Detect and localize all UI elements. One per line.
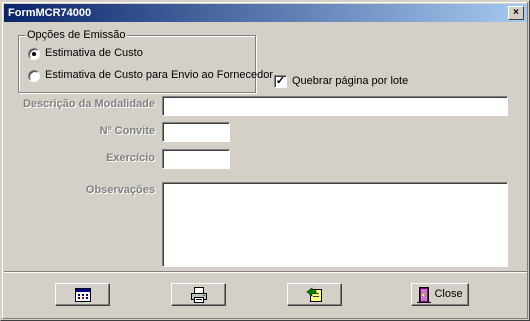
descricao-field[interactable] bbox=[162, 96, 508, 116]
descricao-input[interactable] bbox=[163, 97, 507, 115]
convite-input[interactable] bbox=[163, 123, 229, 141]
convite-field[interactable] bbox=[162, 122, 230, 142]
print-button[interactable] bbox=[171, 283, 226, 306]
emission-options-group bbox=[18, 35, 256, 93]
calendar-icon bbox=[74, 287, 91, 302]
descricao-label: Descrição da Modalidade bbox=[22, 98, 155, 110]
door-exit-icon bbox=[417, 286, 432, 303]
convite-label: Nº Convite bbox=[99, 125, 155, 137]
radio-button-checked[interactable] bbox=[28, 47, 40, 60]
radio-estimativa-custo[interactable]: Estimativa de Custo bbox=[28, 47, 143, 60]
radio-estimativa-fornecedor[interactable]: Estimativa de Custo para Envio ao Fornec… bbox=[28, 69, 273, 82]
radio-label-estimativa-custo: Estimativa de Custo bbox=[45, 47, 143, 59]
printer-icon bbox=[190, 286, 208, 303]
bottom-separator bbox=[4, 271, 527, 273]
observacoes-textarea[interactable] bbox=[163, 183, 507, 266]
window-title: FormMCR74000 bbox=[8, 7, 92, 19]
form-window: FormMCR74000 × Opções de Emissão Estimat… bbox=[0, 0, 530, 321]
observacoes-field[interactable] bbox=[162, 182, 508, 267]
close-window-button[interactable]: × bbox=[508, 6, 524, 20]
close-button-label: Close bbox=[434, 288, 463, 300]
observacoes-label: Observações bbox=[85, 184, 155, 196]
exercicio-field[interactable] bbox=[162, 149, 230, 169]
exercicio-label: Exercício bbox=[106, 152, 155, 164]
break-page-checkbox[interactable]: ✓ bbox=[274, 75, 287, 88]
radio-button-unchecked[interactable] bbox=[28, 69, 40, 82]
calendar-button[interactable] bbox=[55, 283, 110, 306]
exercicio-input[interactable] bbox=[163, 150, 229, 168]
break-page-checkbox-row[interactable]: ✓ Quebrar página por lote bbox=[274, 75, 408, 88]
export-icon bbox=[306, 286, 324, 303]
title-bar[interactable]: FormMCR74000 × bbox=[4, 4, 527, 22]
emission-options-legend: Opções de Emissão bbox=[25, 29, 128, 42]
radio-label-estimativa-fornecedor: Estimativa de Custo para Envio ao Fornec… bbox=[45, 69, 274, 81]
close-button[interactable]: Close bbox=[411, 283, 469, 306]
export-button[interactable] bbox=[287, 283, 342, 306]
break-page-label: Quebrar página por lote bbox=[292, 75, 409, 87]
